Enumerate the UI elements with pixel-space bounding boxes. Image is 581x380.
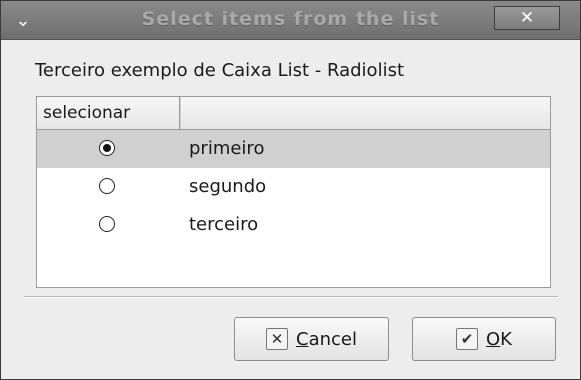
dialog-body: Terceiro exemplo de Caixa List - Radioli… — [1, 40, 580, 379]
dialog-caption: Terceiro exemplo de Caixa List - Radioli… — [35, 60, 404, 81]
list-item[interactable]: terceiro — [37, 206, 550, 244]
ok-label-rest: K — [500, 328, 512, 350]
list-item[interactable]: primeiro — [37, 130, 550, 168]
ok-mnemonic: O — [486, 328, 501, 350]
ok-button[interactable]: ✔ OK — [412, 317, 556, 361]
separator — [24, 296, 558, 298]
list-item-label: segundo — [189, 176, 267, 197]
close-icon: ✕ — [519, 8, 535, 28]
radio-button[interactable] — [99, 216, 115, 232]
radiolist[interactable]: selecionar primeiro segundo terceiro — [36, 96, 551, 288]
close-button[interactable]: ✕ — [494, 6, 560, 30]
close-icon: ✕ — [266, 328, 288, 350]
list-item-label: primeiro — [189, 138, 265, 159]
list-item[interactable]: segundo — [37, 168, 550, 206]
radio-button[interactable] — [99, 178, 115, 194]
ok-label: OK — [486, 329, 512, 350]
list-header: selecionar — [37, 97, 550, 130]
cancel-mnemonic: C — [296, 328, 309, 350]
check-icon: ✔ — [456, 328, 478, 350]
cancel-label-rest: ancel — [308, 328, 357, 350]
radio-button[interactable] — [99, 140, 115, 156]
column-header-select[interactable]: selecionar — [37, 97, 180, 129]
column-header-item[interactable] — [180, 97, 550, 129]
title-bar[interactable]: ⌄ Select items from the list ✕ — [1, 1, 580, 40]
radio-dot — [103, 144, 111, 152]
cancel-label: Cancel — [296, 329, 357, 350]
list-item-label: terceiro — [189, 214, 259, 235]
list-rows: primeiro segundo terceiro — [37, 130, 550, 244]
cancel-button[interactable]: ✕ Cancel — [234, 317, 389, 361]
dialog-window: ⌄ Select items from the list ✕ Terceiro … — [0, 0, 581, 380]
